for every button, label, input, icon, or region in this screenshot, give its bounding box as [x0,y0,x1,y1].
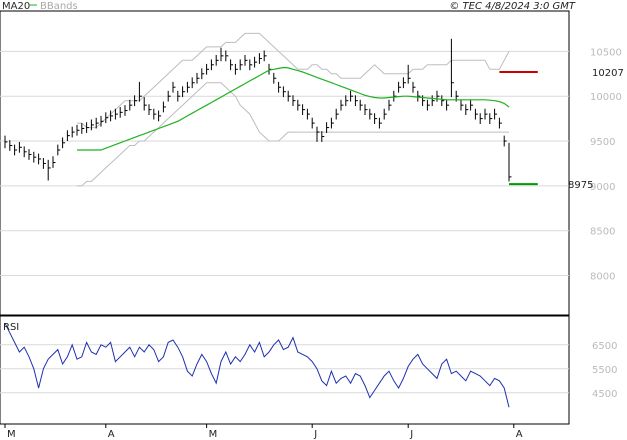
rsi-series [4,322,510,408]
bb-legend-label: BBands [40,1,78,12]
x-axis-month-label: A [516,429,523,440]
price-bars [4,38,512,182]
bollinger-bands [77,32,510,187]
price-y-tick-label: 10500 [590,47,622,58]
price-y-tick-label: 8000 [590,272,615,283]
rsi-y-tick-label: 5500 [592,365,617,376]
price-gridlines [0,50,569,277]
rsi-gridlines [0,344,569,394]
moving-average [77,66,510,151]
ma20-line [77,66,510,151]
rsi-y-tick-label: 4500 [592,389,617,400]
chart-canvas: 10500100009500900085008000 650055004500 … [0,1,624,440]
x-axis: MAMJJA [4,424,523,440]
bollinger-upper-band [77,32,510,129]
price-y-tick-label: 8500 [590,227,615,238]
price-y-tick-label: 9000 [590,182,615,193]
key-levels [499,70,538,186]
support-level-label: 8975 [568,180,593,191]
x-axis-month-label: M [7,429,16,440]
rsi-line [4,322,510,408]
x-axis-month-label: J [409,429,413,440]
copyright-text: © TEC 4/8/2024 3:0 GMT [449,1,576,12]
rsi-y-axis: 6500 5500 4500 [592,341,617,400]
x-axis-month-label: J [313,429,317,440]
price-y-tick-label: 9500 [590,137,615,148]
x-axis-month-label: A [108,429,115,440]
rsi-panel-title: RSI [3,322,19,333]
x-axis-month-label: M [209,429,218,440]
rsi-panel-frame [0,315,570,425]
price-y-tick-label: 10000 [590,92,622,103]
resistance-level-label: 10207 [592,68,624,79]
rsi-y-tick-label: 6500 [592,341,617,352]
price-y-axis: 10500 10000 9500 9000 8500 8000 [590,47,622,282]
ma-legend-label: MA20 [2,1,30,12]
